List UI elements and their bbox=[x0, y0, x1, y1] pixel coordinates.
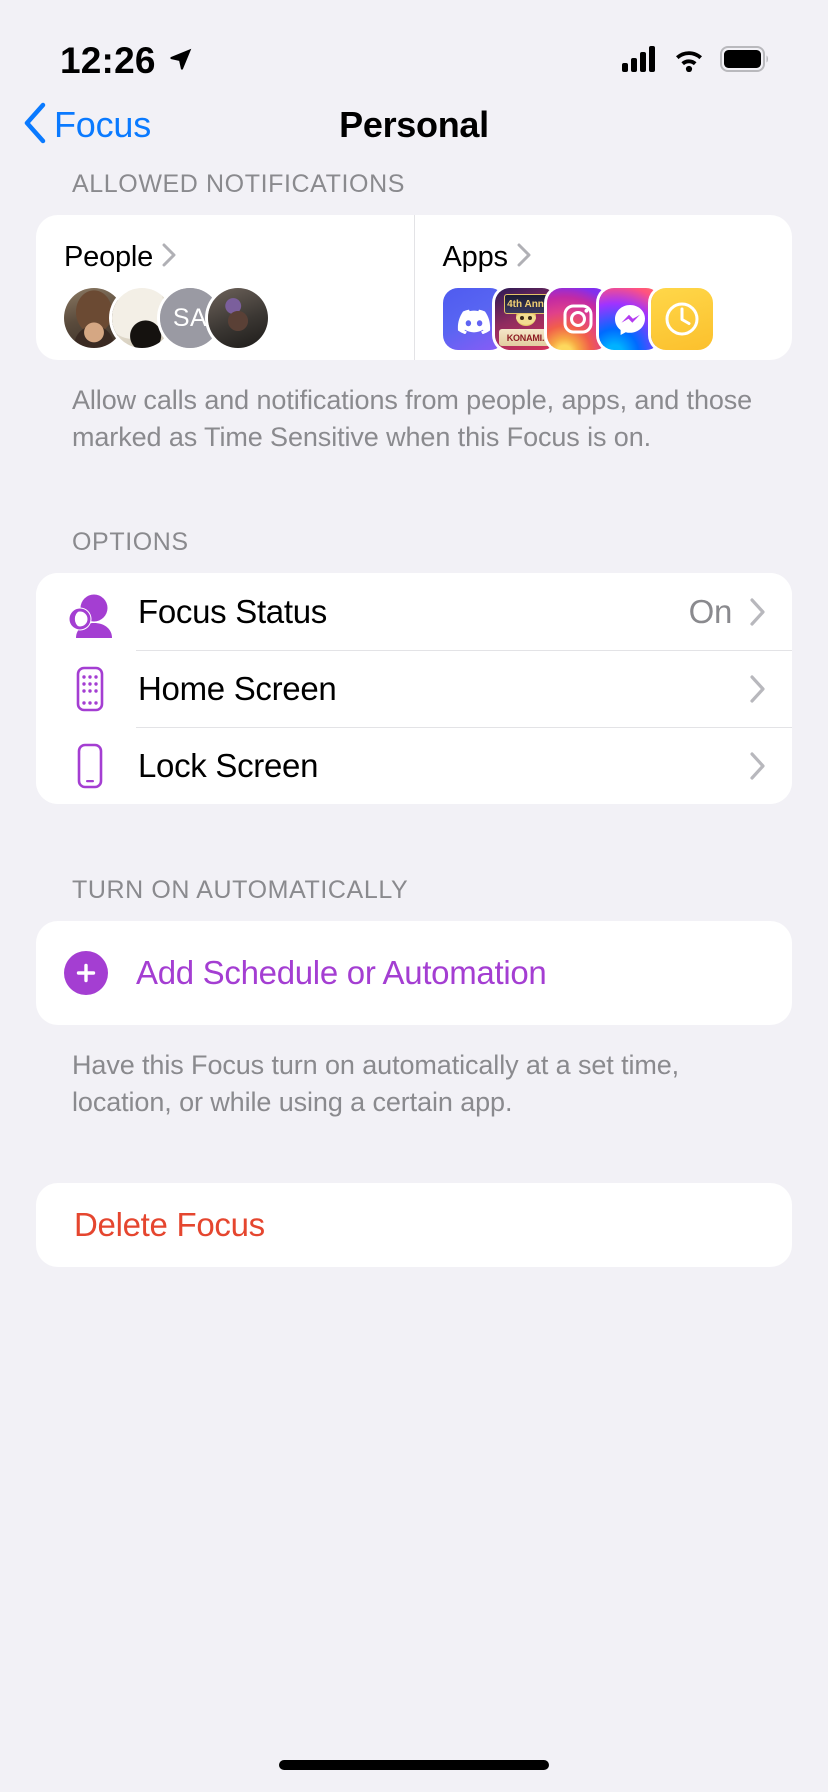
chevron-right-icon bbox=[748, 674, 766, 704]
option-row-lock-screen[interactable]: Lock Screen bbox=[36, 727, 792, 804]
wifi-icon bbox=[672, 46, 706, 77]
people-header: People bbox=[64, 241, 414, 274]
chevron-right-icon bbox=[516, 242, 532, 273]
people-pane[interactable]: People SA bbox=[36, 215, 414, 360]
chevron-right-icon bbox=[748, 597, 766, 627]
option-label: Lock Screen bbox=[138, 746, 319, 784]
allowed-notifications-card: People SA Apps 4th Ann KONAMI. bbox=[36, 215, 792, 360]
cellular-bars-icon bbox=[622, 45, 658, 77]
settings-content: ALLOWED NOTIFICATIONS People SA Apps 4th… bbox=[0, 170, 828, 1792]
turn-on-automatically-header: TURN ON AUTOMATICALLY bbox=[72, 876, 409, 904]
apps-header: Apps bbox=[443, 241, 793, 274]
page-title: Personal bbox=[339, 104, 489, 145]
battery-full-icon bbox=[720, 45, 770, 77]
delete-focus-button[interactable]: Delete Focus bbox=[36, 1183, 792, 1267]
status-bar: 12:26 bbox=[0, 0, 828, 100]
status-bar-left: 12:26 bbox=[60, 40, 194, 82]
focus-status-value: On bbox=[688, 592, 733, 630]
anniversary-badge: 4th Ann bbox=[503, 294, 548, 314]
apps-pane[interactable]: Apps 4th Ann KONAMI. bbox=[413, 215, 793, 360]
chevron-right-icon bbox=[748, 751, 766, 781]
option-label: Focus Status bbox=[138, 592, 327, 630]
delete-focus-card: Delete Focus bbox=[36, 1183, 792, 1267]
options-card: Focus Status On Home Screen Lock Screen bbox=[36, 573, 792, 804]
option-row-focus-status[interactable]: Focus Status On bbox=[36, 573, 792, 650]
add-schedule-label: Add Schedule or Automation bbox=[136, 954, 547, 991]
apps-icon-row: 4th Ann KONAMI. bbox=[442, 288, 793, 350]
apps-label: Apps bbox=[442, 241, 509, 273]
chevron-right-icon bbox=[161, 242, 177, 273]
konami-badge: KONAMI. bbox=[498, 329, 553, 346]
focus-status-icon bbox=[64, 586, 122, 638]
option-row-home-screen[interactable]: Home Screen bbox=[36, 650, 792, 727]
status-bar-time: 12:26 bbox=[60, 40, 156, 81]
focus-settings-screen: 12:26 Focus Personal ALLOWED NOTIFICATIO… bbox=[0, 0, 828, 1792]
add-schedule-or-automation-button[interactable]: Add Schedule or Automation bbox=[36, 921, 792, 1025]
navigation-bar: Focus Personal bbox=[0, 92, 828, 158]
avatar bbox=[208, 288, 268, 348]
plus-circle-icon bbox=[64, 951, 108, 995]
people-label: People bbox=[64, 241, 154, 273]
home-screen-icon bbox=[64, 663, 122, 715]
allowed-notifications-footnote: Allow calls and notifications from peopl… bbox=[72, 385, 753, 452]
options-header: OPTIONS bbox=[72, 528, 189, 556]
allowed-notifications-header: ALLOWED NOTIFICATIONS bbox=[72, 170, 405, 198]
lock-screen-icon bbox=[64, 740, 122, 792]
turn-on-automatically-card: Add Schedule or Automation bbox=[36, 921, 792, 1025]
home-indicator bbox=[279, 1760, 549, 1770]
option-label: Home Screen bbox=[138, 669, 337, 707]
status-bar-right bbox=[622, 45, 770, 77]
people-avatar-row: SA bbox=[64, 288, 414, 348]
clock-app-icon bbox=[650, 288, 713, 350]
turn-on-automatically-footnote: Have this Focus turn on automatically at… bbox=[72, 1050, 680, 1117]
location-arrow-icon bbox=[168, 46, 194, 77]
